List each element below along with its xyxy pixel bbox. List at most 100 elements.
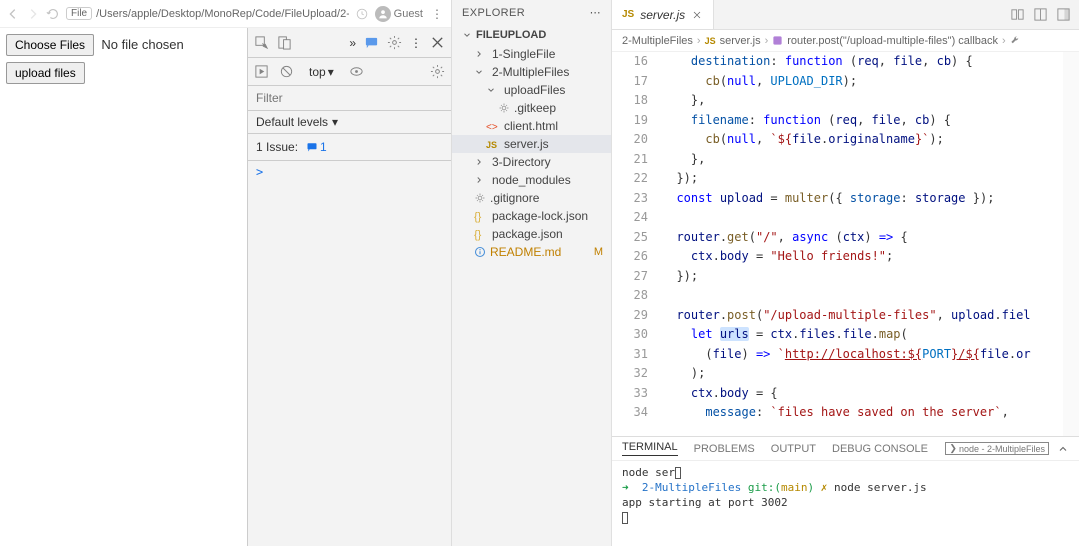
profile-button[interactable]: Guest xyxy=(375,6,423,22)
bottom-panel: TERMINAL PROBLEMS OUTPUT DEBUG CONSOLE ❯… xyxy=(612,436,1079,546)
crumb-folder[interactable]: 2-MultipleFiles xyxy=(622,35,693,47)
tree-label: .gitignore xyxy=(490,191,539,205)
kebab-icon[interactable]: ⋮ xyxy=(429,7,445,21)
terminal-body[interactable]: node ser➜ 2-MultipleFiles git:(main) ✗ n… xyxy=(612,461,1079,546)
crumb-file[interactable]: server.js xyxy=(720,35,761,47)
terminal-icon: ❯ xyxy=(949,443,957,454)
chevron-down-icon xyxy=(474,67,484,77)
reload-icon[interactable] xyxy=(46,7,60,21)
ban-icon[interactable] xyxy=(279,64,294,79)
wrench-icon xyxy=(1010,35,1021,46)
explorer-root[interactable]: FILEUPLOAD xyxy=(452,25,611,45)
devtools-pane: » ⋮ top ▾ Default levels xyxy=(247,28,451,546)
layout-icon[interactable] xyxy=(1056,7,1071,22)
explorer-title: EXPLORER xyxy=(462,7,525,19)
kebab-icon[interactable]: ⋮ xyxy=(410,36,422,50)
avatar-icon xyxy=(375,6,391,22)
browser-toolbar: File /Users/apple/Desktop/MonoRep/Code/F… xyxy=(0,0,451,28)
console-settings-icon[interactable] xyxy=(430,64,445,79)
device-icon[interactable] xyxy=(277,35,292,50)
tree-label: 3-Directory xyxy=(492,155,551,169)
prompt-chevron-icon: > xyxy=(256,165,263,179)
vscode-pane: EXPLORER ⋯ FILEUPLOAD 1-SingleFile 2-Mult… xyxy=(452,0,1079,546)
editor-tabs: JS server.js xyxy=(612,0,1079,30)
play-icon[interactable] xyxy=(254,64,269,79)
tab-terminal[interactable]: TERMINAL xyxy=(622,441,678,456)
file-icon: {} xyxy=(474,209,488,223)
forward-icon[interactable] xyxy=(26,7,40,21)
tree-item[interactable]: {}package.json xyxy=(452,225,611,243)
inspect-icon[interactable] xyxy=(254,35,269,50)
line-gutter: 16171819202122232425262728293031323334 xyxy=(612,52,662,436)
chevron-right-icon xyxy=(474,175,484,185)
compare-icon[interactable] xyxy=(1010,7,1025,22)
more-panels-icon[interactable]: » xyxy=(349,36,356,50)
tab-output[interactable]: OUTPUT xyxy=(771,443,816,455)
tree-label: .gitkeep xyxy=(514,101,556,115)
crumb-symbol[interactable]: router.post("/upload-multiple-files") ca… xyxy=(787,35,998,47)
file-icon: <> xyxy=(486,119,500,133)
choose-files-button[interactable]: Choose Files xyxy=(6,34,94,56)
file-icon xyxy=(474,192,486,204)
js-icon: JS xyxy=(705,36,716,46)
caret-down-icon: ▾ xyxy=(328,65,334,79)
tab-problems[interactable]: PROBLEMS xyxy=(694,443,755,455)
tree-label: client.html xyxy=(504,119,558,133)
file-icon: JS xyxy=(486,137,500,151)
tab-debug-console[interactable]: DEBUG CONSOLE xyxy=(832,443,928,455)
tree-label: 2-MultipleFiles xyxy=(492,65,569,79)
tree-label: uploadFiles xyxy=(504,83,565,97)
tree-label: README.md xyxy=(490,245,561,259)
context-selector[interactable]: top ▾ xyxy=(304,63,339,81)
tree-item[interactable]: <> client.html xyxy=(452,117,611,135)
console-filter-input[interactable] xyxy=(250,88,449,108)
tree-item[interactable]: .gitignore xyxy=(452,189,611,207)
settings-icon[interactable] xyxy=(387,35,402,50)
tree-item[interactable]: 3-Directory xyxy=(452,153,611,171)
chevron-down-icon xyxy=(486,85,496,95)
close-devtools-icon[interactable] xyxy=(430,35,445,50)
chevron-right-icon xyxy=(474,49,484,59)
tab-label: server.js xyxy=(640,8,685,22)
issues-row[interactable]: 1 Issue: 1 xyxy=(248,134,451,161)
console-body[interactable]: > xyxy=(248,161,451,546)
tab-close-icon[interactable] xyxy=(691,9,703,21)
eye-icon[interactable] xyxy=(349,64,364,79)
profile-label: Guest xyxy=(394,8,423,20)
tree-item[interactable]: {}package-lock.json xyxy=(452,207,611,225)
code-editor[interactable]: 16171819202122232425262728293031323334 d… xyxy=(612,52,1079,436)
tree-label: node_modules xyxy=(492,173,571,187)
file-icon xyxy=(474,246,486,258)
tree-label: 1-SingleFile xyxy=(492,47,555,61)
address-bar[interactable]: File /Users/apple/Desktop/MonoRep/Code/F… xyxy=(66,7,349,20)
code-body[interactable]: destination: function (req, file, cb) { … xyxy=(662,52,1079,436)
tree-item[interactable]: 1-SingleFile xyxy=(452,45,611,63)
js-icon: JS xyxy=(622,9,634,20)
log-levels-selector[interactable]: Default levels ▾ xyxy=(248,111,451,134)
tab-serverjs[interactable]: JS server.js xyxy=(612,0,714,29)
explorer-more-icon[interactable]: ⋯ xyxy=(590,6,601,19)
panel-tabs: TERMINAL PROBLEMS OUTPUT DEBUG CONSOLE ❯… xyxy=(612,437,1079,461)
sync-icon[interactable] xyxy=(355,7,369,21)
browser-pane: File /Users/apple/Desktop/MonoRep/Code/F… xyxy=(0,0,452,546)
file-scheme-badge: File xyxy=(66,7,92,20)
minimap[interactable] xyxy=(1063,52,1079,436)
tree-item[interactable]: 2-MultipleFiles xyxy=(452,63,611,81)
tree-item[interactable]: node_modules xyxy=(452,171,611,189)
tree-item[interactable]: JSserver.js xyxy=(452,135,611,153)
upload-files-button[interactable]: upload files xyxy=(6,62,85,84)
caret-down-icon: ▾ xyxy=(332,115,338,129)
chevron-down-icon xyxy=(462,30,472,40)
issues-label: 1 Issue: xyxy=(256,140,298,154)
no-file-label: No file chosen xyxy=(101,37,183,52)
back-icon[interactable] xyxy=(6,7,20,21)
tree-item[interactable]: .gitkeep xyxy=(452,99,611,117)
tree-item[interactable]: README.mdM xyxy=(452,243,611,261)
explorer-panel: EXPLORER ⋯ FILEUPLOAD 1-SingleFile 2-Mult… xyxy=(452,0,612,546)
split-icon[interactable] xyxy=(1033,7,1048,22)
chat-icon[interactable] xyxy=(364,35,379,50)
tree-item[interactable]: uploadFiles xyxy=(452,81,611,99)
maximize-panel-icon[interactable] xyxy=(1057,443,1069,455)
terminal-task-selector[interactable]: ❯ node - 2-MultipleFiles xyxy=(945,442,1049,455)
breadcrumb[interactable]: 2-MultipleFiles › JS server.js › router.… xyxy=(612,30,1079,52)
